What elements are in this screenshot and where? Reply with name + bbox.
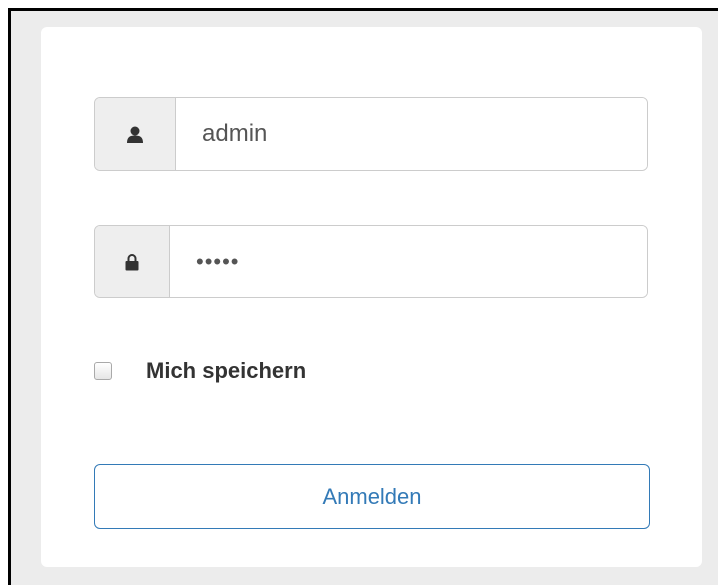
password-input-group xyxy=(94,225,648,298)
remember-checkbox[interactable] xyxy=(94,362,112,380)
remember-me[interactable]: Mich speichern xyxy=(94,358,306,384)
username-input-group xyxy=(94,97,648,171)
remember-label: Mich speichern xyxy=(146,358,307,383)
lock-icon xyxy=(95,226,170,297)
user-icon xyxy=(95,98,176,170)
login-button[interactable]: Anmelden xyxy=(94,464,650,529)
window-frame: Mich speichern Anmelden xyxy=(8,8,718,585)
login-panel: Mich speichern Anmelden xyxy=(41,27,702,567)
password-input[interactable] xyxy=(170,226,647,297)
username-input[interactable] xyxy=(176,98,647,170)
